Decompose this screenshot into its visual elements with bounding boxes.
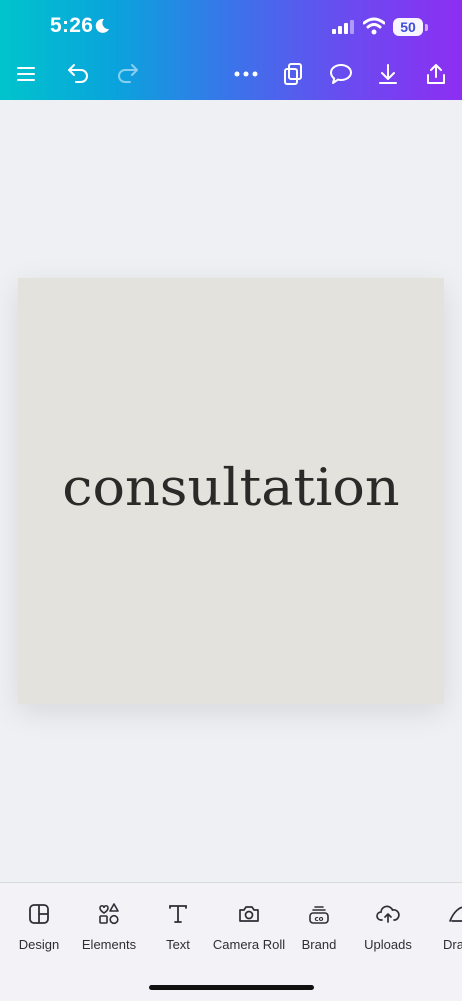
bottom-tab-bar: Design Elements Text Camera Roll co Bran…: [0, 882, 462, 1001]
tab-text-label: Text: [166, 937, 190, 952]
wifi-icon: [362, 17, 386, 40]
tab-draw[interactable]: Dra: [440, 901, 462, 952]
more-icon[interactable]: [232, 60, 260, 88]
camera-icon: [211, 901, 287, 927]
tab-design-label: Design: [18, 937, 60, 952]
share-icon[interactable]: [422, 60, 450, 88]
redo-icon[interactable]: [114, 60, 142, 88]
tab-text[interactable]: Text: [156, 901, 200, 952]
svg-text:co: co: [315, 915, 324, 923]
pages-icon[interactable]: [279, 60, 307, 88]
tab-brand-label: Brand: [301, 937, 337, 952]
brand-icon: co: [297, 901, 341, 927]
home-indicator: [149, 985, 314, 990]
design-text[interactable]: consultation: [62, 457, 399, 517]
menu-icon[interactable]: [12, 60, 40, 88]
tab-elements[interactable]: Elements: [76, 901, 142, 952]
battery-icon: 50: [393, 18, 423, 36]
tab-draw-label: Dra: [443, 937, 462, 952]
tab-camera-roll-label: Camera Roll: [212, 937, 286, 952]
tab-elements-label: Elements: [81, 937, 137, 952]
moon-icon: [94, 18, 110, 39]
tab-brand[interactable]: co Brand: [297, 901, 341, 952]
draw-icon: [440, 901, 462, 927]
tab-uploads-label: Uploads: [364, 937, 412, 952]
status-time: 5:26: [50, 14, 94, 37]
design-page[interactable]: consultation: [18, 278, 444, 704]
battery-tip: [425, 24, 428, 31]
uploads-icon: [360, 901, 416, 927]
tab-uploads[interactable]: Uploads: [360, 901, 416, 952]
design-icon: [12, 901, 66, 927]
top-bar: 5:26 50: [0, 0, 462, 100]
elements-icon: [76, 901, 142, 927]
tab-design[interactable]: Design: [12, 901, 66, 952]
signal-icon: [332, 20, 354, 39]
undo-icon[interactable]: [64, 60, 92, 88]
comment-icon[interactable]: [327, 60, 355, 88]
text-icon: [156, 901, 200, 927]
tab-camera-roll[interactable]: Camera Roll: [211, 901, 287, 952]
download-icon[interactable]: [374, 60, 402, 88]
